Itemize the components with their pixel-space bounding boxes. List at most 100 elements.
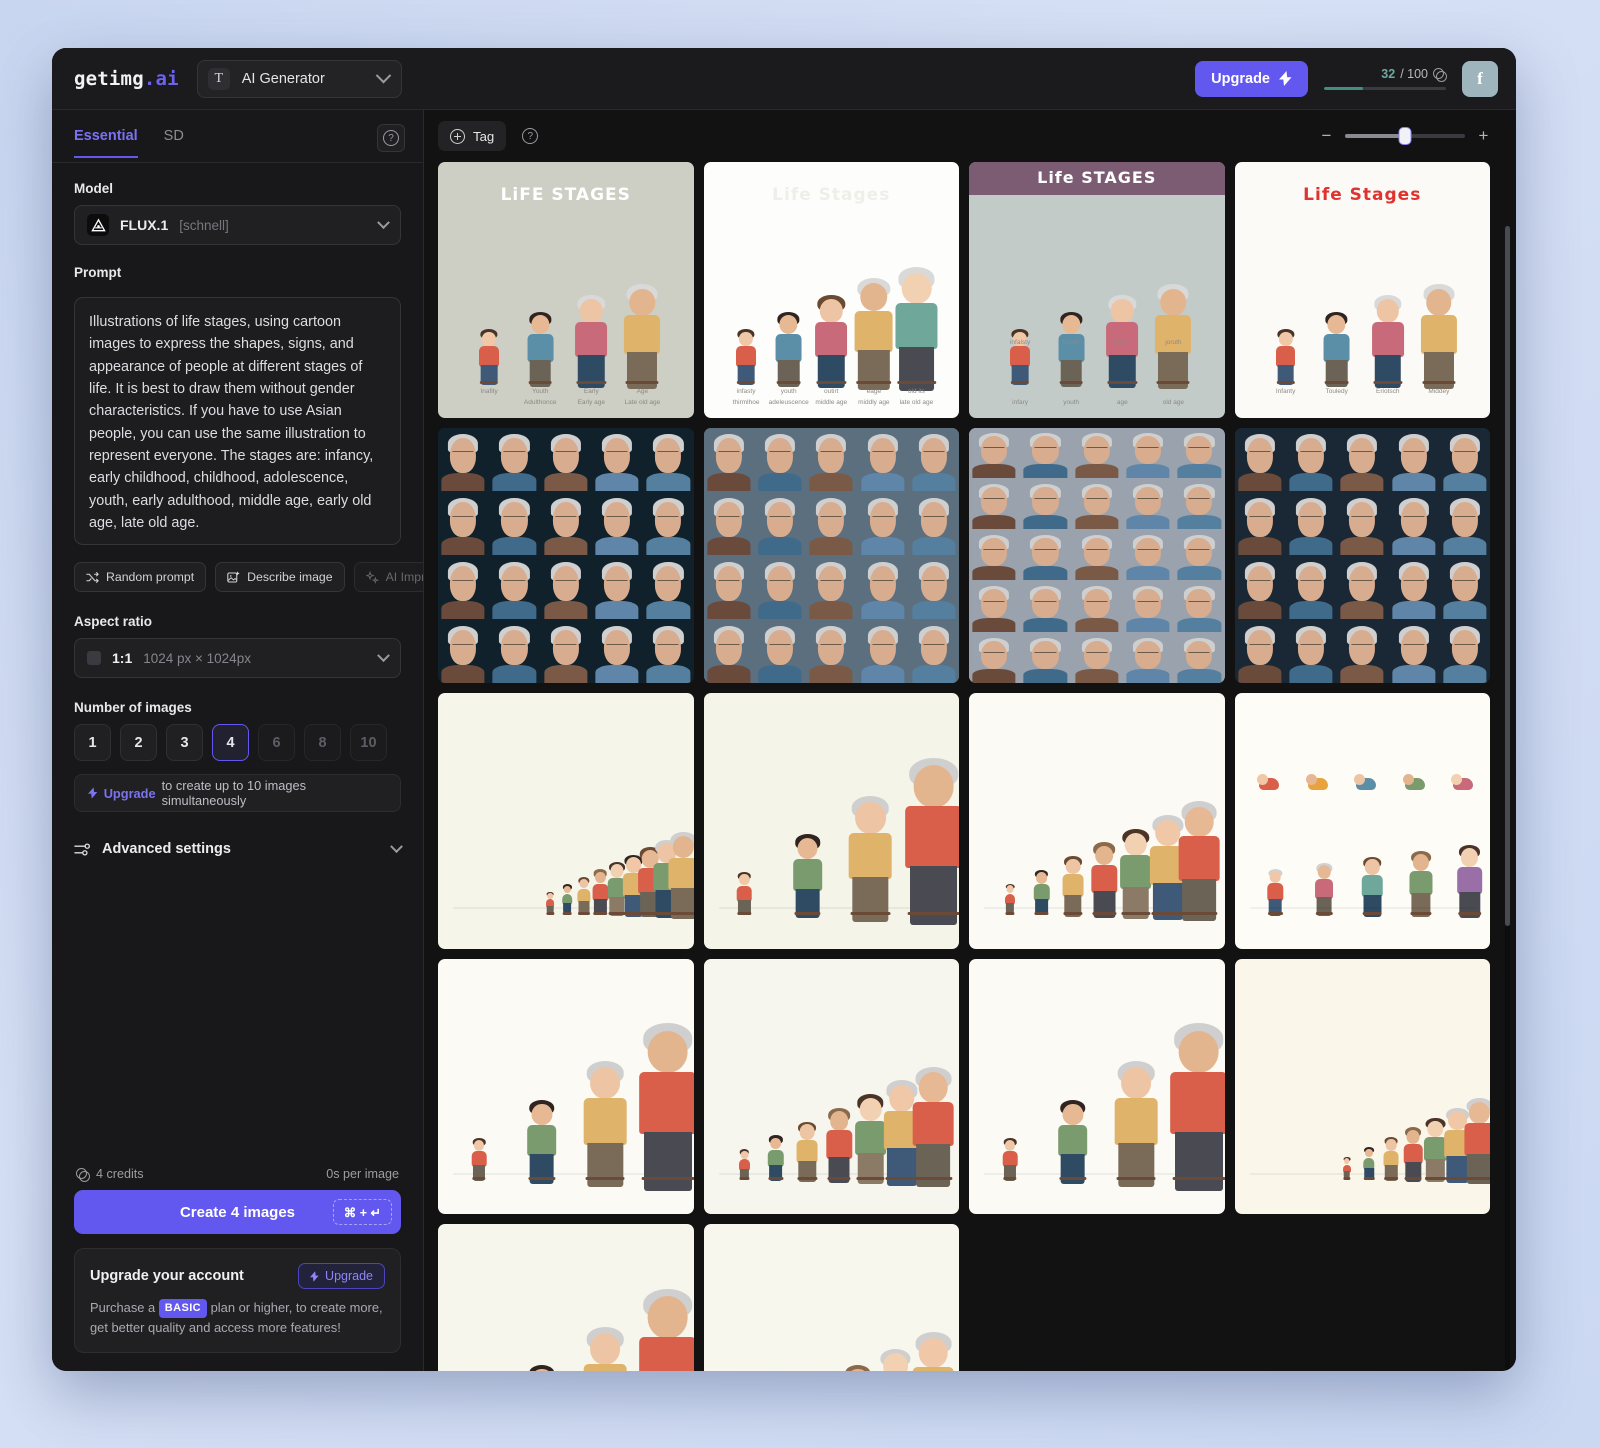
num-option-8[interactable]: 8: [304, 724, 341, 761]
gallery-image-img-10[interactable]: [703, 693, 959, 949]
zoom-slider-handle[interactable]: [1398, 127, 1412, 145]
gallery-image-img-18[interactable]: [703, 1224, 959, 1371]
upsell-link[interactable]: Upgrade: [104, 786, 156, 801]
upsell-strip[interactable]: Upgrade to create up to 10 images simult…: [74, 774, 401, 812]
gallery-image-img-1[interactable]: LiFE STAGES Inafity Youth Early Age Adulthon…: [438, 162, 694, 418]
figure: [1451, 774, 1475, 800]
gallery-image-img-3[interactable]: Life STAGES infalsty trouth youth joruth inf…: [969, 162, 1225, 418]
gallery-image-img-17[interactable]: [438, 1224, 694, 1371]
mode-selector[interactable]: T AI Generator: [196, 59, 402, 98]
caption: joruth: [1165, 338, 1182, 346]
figure: [1464, 1097, 1490, 1185]
gallery-image-img-6[interactable]: [703, 427, 959, 683]
caption: middle age: [815, 399, 848, 407]
num-option-2[interactable]: 2: [120, 724, 157, 761]
figure: [479, 329, 500, 386]
portrait-tile: [1020, 530, 1071, 581]
portrait-tile: [1020, 632, 1071, 683]
portrait-tile: [1174, 478, 1225, 530]
zoom-in-button[interactable]: +: [1477, 126, 1490, 146]
figure: [736, 872, 753, 916]
caption: infary: [1012, 399, 1029, 407]
ai-improve-button[interactable]: AI Improve: [353, 562, 423, 592]
figure: [1257, 774, 1281, 800]
zoom-out-button[interactable]: −: [1320, 126, 1333, 146]
aspect-ratio-select[interactable]: 1:1 1024 px × 1024px: [74, 638, 401, 678]
illustration: [703, 427, 959, 683]
portrait-tile: [540, 427, 591, 491]
portrait-tile: [754, 555, 806, 619]
prompt-input[interactable]: [74, 297, 401, 545]
gallery-scrollbar[interactable]: [1505, 226, 1510, 1371]
gallery-image-img-7[interactable]: [969, 427, 1225, 683]
num-option-10[interactable]: 10: [350, 724, 387, 761]
upsell-text: to create up to 10 images simultaneously: [161, 778, 307, 808]
portrait-tile: [908, 555, 959, 619]
avatar-initial: f: [1477, 68, 1483, 88]
figure: [638, 1288, 694, 1371]
gallery-image-img-2[interactable]: Life Stages infasty youth outirt eage ol…: [703, 162, 959, 418]
caption: infalsty: [1009, 338, 1031, 346]
caption: trouth: [1062, 338, 1080, 346]
num-option-6[interactable]: 6: [258, 724, 295, 761]
tab-sd[interactable]: SD: [164, 128, 184, 158]
sidebar-help-button[interactable]: ?: [377, 124, 405, 152]
illustration: [438, 427, 694, 683]
gallery-image-img-9[interactable]: [438, 693, 694, 949]
portrait-tile: [1388, 491, 1439, 555]
describe-image-label: Describe image: [247, 570, 333, 584]
num-option-3[interactable]: 3: [166, 724, 203, 761]
figure: [792, 834, 823, 919]
gallery-image-img-13[interactable]: [438, 958, 694, 1214]
random-prompt-button[interactable]: Random prompt: [74, 562, 207, 592]
advanced-settings-toggle[interactable]: Advanced settings: [74, 828, 403, 870]
figure: [1004, 883, 1016, 915]
brand-logo[interactable]: getimg.ai: [74, 68, 179, 90]
avatar[interactable]: f: [1462, 60, 1498, 97]
bolt-icon: [310, 1270, 319, 1282]
gallery-image-img-12[interactable]: [1234, 693, 1490, 949]
portrait-tile: [591, 555, 643, 619]
sidebar-content: Model FLUX.1 [schnell] Prompt Random pro…: [52, 163, 423, 1157]
figure: [582, 1061, 628, 1188]
flux-logo-icon: [87, 214, 109, 236]
credits-text: 32 / 100: [1324, 67, 1447, 82]
portrait-tile: [643, 491, 694, 555]
gallery-image-img-4[interactable]: Life Stages Infanty Touledy Eriotsch Middey: [1234, 162, 1490, 418]
illustration: [438, 958, 694, 1214]
bolt-icon: [88, 787, 98, 799]
gallery-image-img-5[interactable]: [438, 427, 694, 683]
caption: Early: [583, 387, 599, 395]
upgrade-card-title: Upgrade your account: [90, 1268, 244, 1285]
caption: Youth: [531, 387, 549, 395]
portrait-tile: [1071, 632, 1122, 683]
illustration: [703, 1224, 959, 1371]
gallery-help-button[interactable]: ?: [516, 122, 544, 150]
tag-button[interactable]: Tag: [438, 121, 507, 151]
tab-essential[interactable]: Essential: [74, 128, 138, 158]
gallery-panel: Tag ? − + LiFE STAGES Inafity Youth Earl…: [424, 110, 1516, 1371]
gallery-image-img-8[interactable]: [1234, 427, 1490, 683]
upgrade-card-button[interactable]: Upgrade: [298, 1263, 385, 1290]
credits-meter[interactable]: 32 / 100: [1324, 67, 1447, 90]
gallery-image-img-11[interactable]: [969, 693, 1225, 949]
model-select[interactable]: FLUX.1 [schnell]: [74, 205, 401, 245]
gallery-image-img-14[interactable]: [703, 958, 959, 1214]
gallery-image-img-16[interactable]: [1234, 958, 1490, 1214]
create-images-button[interactable]: Create 4 images ⌘ + ↵: [74, 1190, 401, 1235]
caption: Age: [636, 387, 649, 395]
zoom-slider[interactable]: [1345, 127, 1465, 145]
caption: old age: [1162, 399, 1185, 407]
num-option-1[interactable]: 1: [74, 724, 111, 761]
portrait-tile: [1439, 619, 1490, 683]
num-option-4[interactable]: 4: [212, 724, 249, 761]
upgrade-card-button-label: Upgrade: [325, 1269, 373, 1284]
upgrade-button[interactable]: Upgrade: [1195, 60, 1308, 97]
portrait-tile: [643, 427, 694, 491]
illustration: [1234, 958, 1490, 1214]
caption: youth: [780, 387, 797, 395]
describe-image-button[interactable]: Describe image: [215, 562, 345, 592]
gallery-image-img-15[interactable]: [969, 958, 1225, 1214]
portrait-tile: [1234, 491, 1285, 555]
settings-sidebar: Essential SD ? Model FLUX.1 [schnell] Pr…: [52, 110, 424, 1371]
